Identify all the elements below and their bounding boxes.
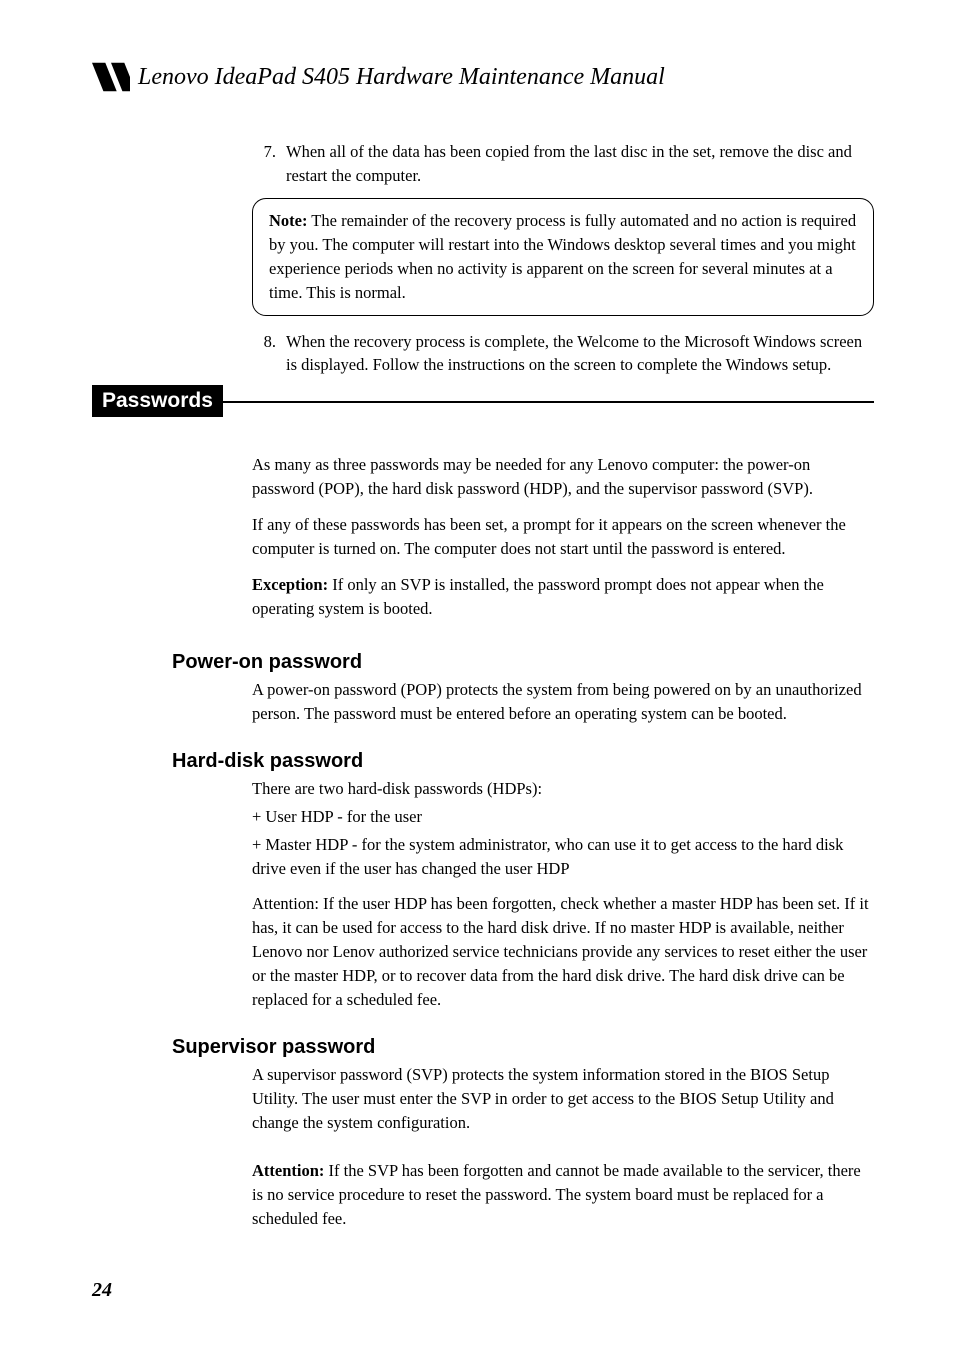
paragraph: If any of these passwords has been set, … (252, 513, 874, 561)
paragraph: Exception: If only an SVP is installed, … (252, 573, 874, 621)
attention-text: If the SVP has been forgotten and cannot… (252, 1161, 861, 1228)
paragraph: There are two hard-disk passwords (HDPs)… (252, 777, 874, 801)
note-box: Note: The remainder of the recovery proc… (252, 198, 874, 316)
step-7: 7. When all of the data has been copied … (252, 140, 874, 188)
step-number: 8. (252, 330, 276, 378)
note-text: The remainder of the recovery process is… (269, 211, 856, 302)
brand-logo-icon (92, 62, 130, 92)
step-text: When the recovery process is complete, t… (286, 330, 874, 378)
section-title: Passwords (92, 385, 223, 417)
page-number: 24 (92, 1279, 112, 1302)
paragraph: Attention: If the SVP has been forgotten… (252, 1159, 874, 1231)
paragraph: Attention: If the user HDP has been forg… (252, 892, 874, 1012)
note-label: Note: (269, 211, 307, 230)
subheading-hard-disk-password: Hard-disk password (172, 750, 874, 773)
document-title: Lenovo IdeaPad S405 Hardware Maintenance… (138, 64, 665, 91)
subheading-supervisor-password: Supervisor password (172, 1036, 874, 1059)
list-item: + User HDP - for the user (252, 805, 874, 829)
section-rule (223, 401, 874, 403)
section-header: Passwords (92, 385, 874, 417)
page-header: Lenovo IdeaPad S405 Hardware Maintenance… (92, 62, 874, 92)
exception-label: Exception: (252, 575, 328, 594)
step-number: 7. (252, 140, 276, 188)
paragraph: A supervisor password (SVP) protects the… (252, 1063, 874, 1135)
step-8: 8. When the recovery process is complete… (252, 330, 874, 378)
list-item: + Master HDP - for the system administra… (252, 833, 874, 881)
subheading-power-on-password: Power-on password (172, 651, 874, 674)
exception-text: If only an SVP is installed, the passwor… (252, 575, 824, 618)
attention-label: Attention: (252, 1161, 324, 1180)
paragraph: As many as three passwords may be needed… (252, 453, 874, 501)
step-text: When all of the data has been copied fro… (286, 140, 874, 188)
paragraph: A power-on password (POP) protects the s… (252, 678, 874, 726)
